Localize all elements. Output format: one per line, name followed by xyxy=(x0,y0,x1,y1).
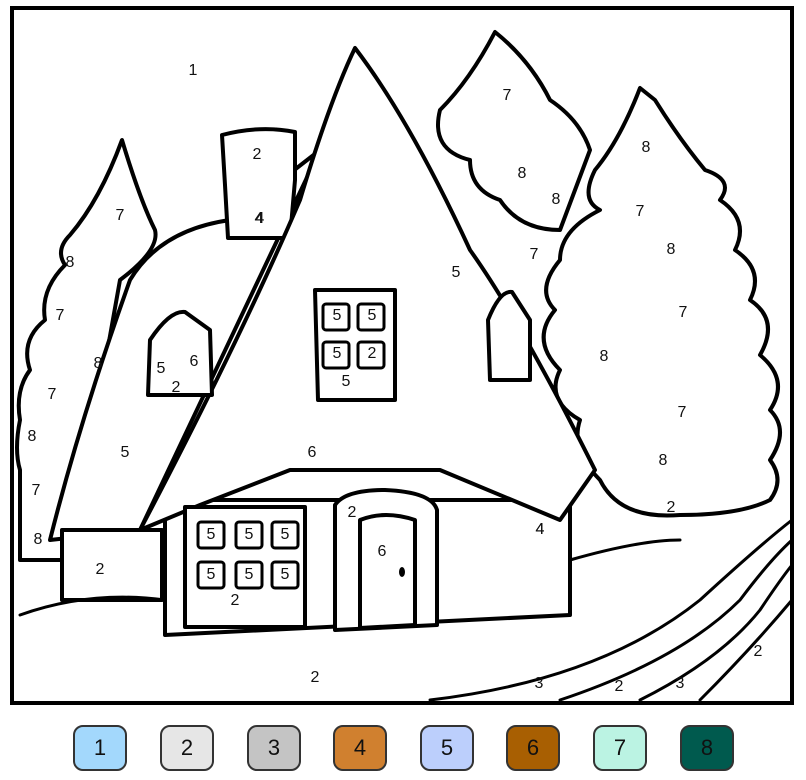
region-number: 4 xyxy=(255,210,264,227)
palette-color-3[interactable]: 3 xyxy=(247,725,301,771)
region-number: 6 xyxy=(308,444,317,461)
region-number: 8 xyxy=(66,254,75,271)
region-number: 7 xyxy=(32,482,41,499)
region-number: 8 xyxy=(518,165,527,182)
region-number: 8 xyxy=(659,452,668,469)
coloring-canvas[interactable]: 1247878787878878787878255 55 25 62 55 62445 5 5… xyxy=(0,0,806,710)
region-number: 7 xyxy=(56,307,65,324)
region-number: 5 xyxy=(121,444,130,461)
palette-number: 1 xyxy=(93,735,107,760)
palette-color-4[interactable]: 4 xyxy=(333,725,387,771)
region-number: 7 xyxy=(530,246,539,263)
palette-number: 8 xyxy=(700,735,714,760)
color-palette: 1 2 3 4 5 6 7 8 xyxy=(0,725,806,773)
region-number: 7 xyxy=(679,304,688,321)
region-number: 2 xyxy=(96,561,105,578)
left-wall[interactable] xyxy=(60,528,164,602)
region-number: 3 xyxy=(535,675,544,692)
region-number: 5 xyxy=(452,264,461,281)
palette-color-2[interactable]: 2 xyxy=(160,725,214,771)
region-number: 2 xyxy=(311,669,320,686)
region-number: 8 xyxy=(28,428,37,445)
palette-color-5[interactable]: 5 xyxy=(420,725,474,771)
region-number: 4 xyxy=(536,521,545,538)
palette-color-1[interactable]: 1 xyxy=(73,725,127,771)
palette-number: 3 xyxy=(267,735,281,760)
palette-color-7[interactable]: 7 xyxy=(593,725,647,771)
region-number: 6 xyxy=(190,353,199,370)
region-number: 3 xyxy=(676,675,685,692)
region-number: 5 xyxy=(281,526,290,543)
palette-number: 4 xyxy=(353,735,367,760)
region-number: 5 xyxy=(281,566,290,583)
region-number: 8 xyxy=(34,531,43,548)
region-number: 5 xyxy=(333,345,342,362)
region-number: 8 xyxy=(552,191,561,208)
region-number: 1 xyxy=(189,62,198,79)
region-number: 7 xyxy=(636,203,645,220)
region-number: 6 xyxy=(378,543,387,560)
region-number: 2 xyxy=(368,345,377,362)
region-number: 8 xyxy=(94,355,103,372)
region-number: 7 xyxy=(678,404,687,421)
region-number: 2 xyxy=(615,678,624,695)
region-number: 5 xyxy=(245,526,254,543)
region-number: 5 xyxy=(368,307,377,324)
region-number: 5 xyxy=(245,566,254,583)
region-number: 7 xyxy=(503,87,512,104)
region-number: 7 xyxy=(116,207,125,224)
region-number: 2 xyxy=(172,379,181,396)
palette-number: 2 xyxy=(180,735,194,760)
region-number: 5 xyxy=(207,526,216,543)
region-number: 2 xyxy=(348,504,357,521)
region-number: 2 xyxy=(754,643,763,660)
region-number: 8 xyxy=(642,139,651,156)
door-inner[interactable] xyxy=(358,513,417,630)
region-number: 2 xyxy=(253,146,262,163)
region-number: 2 xyxy=(231,592,240,609)
door-knob-icon xyxy=(399,567,405,577)
region-number: 5 xyxy=(342,373,351,390)
palette-number: 5 xyxy=(440,735,454,760)
palette-number: 7 xyxy=(613,735,627,760)
region-number: 5 xyxy=(333,307,342,324)
region-number: 7 xyxy=(48,386,57,403)
region-number: 2 xyxy=(667,499,676,516)
region-number: 8 xyxy=(600,348,609,365)
region-number: 5 xyxy=(157,360,166,377)
palette-color-8[interactable]: 8 xyxy=(680,725,734,771)
region-number: 5 xyxy=(207,566,216,583)
palette-color-6[interactable]: 6 xyxy=(506,725,560,771)
region-number: 8 xyxy=(667,241,676,258)
palette-number: 6 xyxy=(526,735,540,760)
